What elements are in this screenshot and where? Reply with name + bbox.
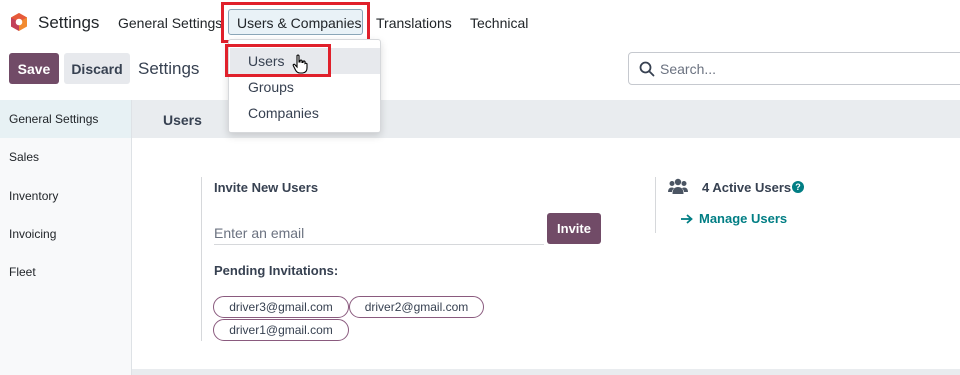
section-footer — [132, 369, 960, 375]
search-input[interactable] — [660, 53, 960, 84]
pending-invitation-tag[interactable]: driver2@gmail.com — [349, 296, 484, 318]
users-icon — [668, 178, 688, 194]
pending-invitation-tag[interactable]: driver3@gmail.com — [213, 296, 349, 318]
pending-invitations-label: Pending Invitations: — [214, 263, 339, 278]
divider — [201, 177, 202, 341]
active-users-count: 4 Active Users — [702, 180, 792, 195]
discard-button[interactable]: Discard — [64, 53, 130, 84]
pending-invitation-tag[interactable]: driver1@gmail.com — [213, 319, 349, 341]
hand-cursor-icon — [292, 54, 308, 74]
nav-general-settings[interactable]: General Settings — [118, 15, 222, 31]
divider — [655, 177, 656, 233]
nav-technical[interactable]: Technical — [470, 15, 528, 31]
settings-sidebar: General Settings Sales Inventory Invoici… — [0, 100, 132, 375]
arrow-right-icon — [681, 213, 693, 224]
save-button[interactable]: Save — [9, 53, 59, 84]
app-logo-icon[interactable] — [9, 12, 29, 32]
help-icon[interactable]: ? — [792, 181, 804, 193]
dropdown-item-groups[interactable]: Groups — [230, 74, 380, 100]
app-name: Settings — [38, 13, 100, 32]
sidebar-item-sales[interactable]: Sales — [0, 138, 131, 176]
highlight-box-nav — [221, 2, 370, 43]
invite-new-users-label: Invite New Users — [214, 180, 319, 195]
nav-translations[interactable]: Translations — [376, 15, 452, 31]
manage-users-label: Manage Users — [699, 211, 788, 226]
sidebar-item-fleet[interactable]: Fleet — [0, 253, 131, 291]
sidebar-item-inventory[interactable]: Inventory — [0, 177, 131, 215]
highlight-box-dropdown — [225, 44, 331, 77]
sidebar-item-invoicing[interactable]: Invoicing — [0, 215, 131, 253]
manage-users-link[interactable]: Manage Users — [680, 211, 787, 226]
invite-button[interactable]: Invite — [547, 213, 601, 244]
dropdown-item-companies[interactable]: Companies — [230, 100, 380, 126]
search-box[interactable] — [628, 52, 960, 85]
breadcrumb: Settings — [138, 59, 200, 78]
sidebar-item-general-settings[interactable]: General Settings — [0, 100, 131, 138]
top-navbar: Settings General Settings Users & Compan… — [0, 0, 960, 45]
search-icon — [639, 61, 655, 77]
email-field[interactable] — [214, 221, 544, 245]
section-title: Users — [163, 112, 202, 128]
